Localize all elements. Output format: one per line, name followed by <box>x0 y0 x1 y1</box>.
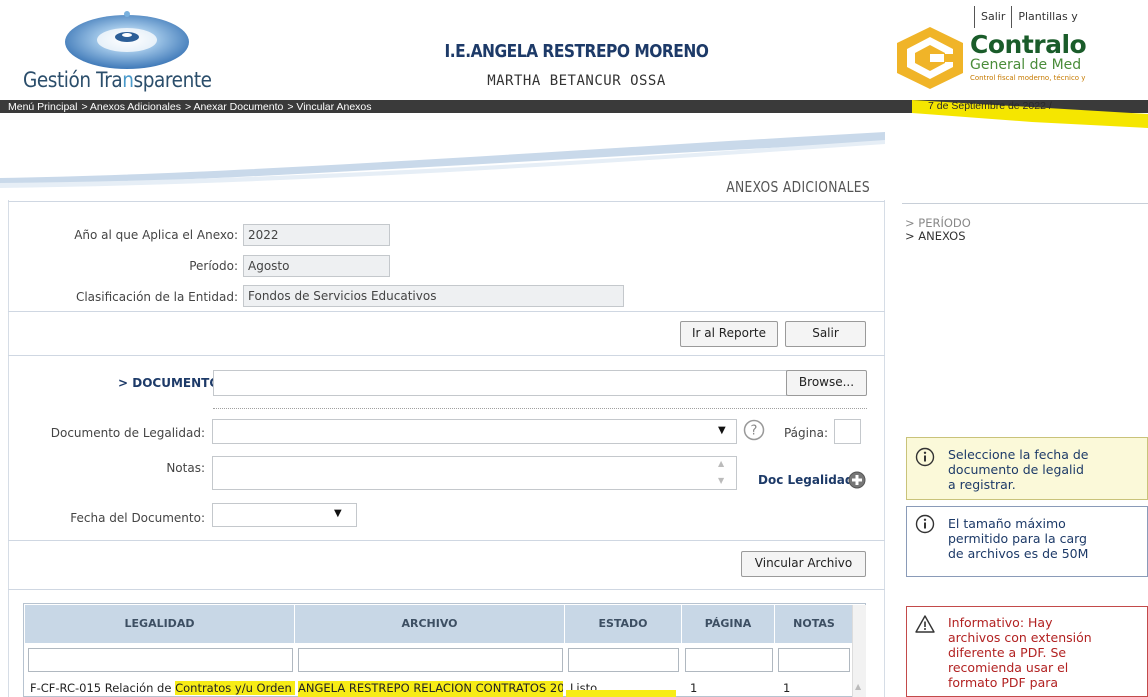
scroll-up-icon[interactable]: ▲ <box>855 682 861 691</box>
legality-label: Documento de Legalidad: <box>50 426 205 440</box>
notice-date-text: Seleccione la fecha de documento de lega… <box>948 447 1089 492</box>
side-nav: > PERÍODO > ANEXOS <box>905 217 971 243</box>
info-icon <box>915 514 935 534</box>
notes-textarea[interactable] <box>212 456 737 490</box>
notice-warning-text: Informativo: Hay archivos con extensión … <box>948 615 1092 690</box>
column-header-archivo[interactable]: ARCHIVO <box>295 605 565 643</box>
divider <box>8 311 885 312</box>
help-icon[interactable]: ? <box>743 419 765 441</box>
column-header-pagina[interactable]: PÁGINA <box>682 605 775 643</box>
link-file-button[interactable]: Vincular Archivo <box>741 551 866 577</box>
responsible-person: MARTHA BETANCUR OSSA <box>487 73 666 89</box>
table-cell-archivo[interactable]: ANGELA RESTREPO RELACION CONTRATOS 20: <box>298 681 563 697</box>
breadcrumb-additional-annexes[interactable]: > Anexos Adicionales <box>81 101 181 113</box>
table-cell-pagina: 1 <box>690 681 698 695</box>
classification-field: Fondos de Servicios Educativos <box>243 285 624 307</box>
divider <box>8 589 885 590</box>
page-input[interactable] <box>834 419 861 444</box>
divider <box>8 355 885 356</box>
column-header-legalidad[interactable]: LEGALIDAD <box>25 605 295 643</box>
document-date-label: Fecha del Documento: <box>70 511 205 525</box>
section-title: ANEXOS ADICIONALES <box>726 178 870 196</box>
logout-link[interactable]: Salir <box>974 6 1011 28</box>
table-cell-legalidad[interactable]: F-CF-RC-015 Relación de Contratos y/u Or… <box>30 681 295 697</box>
dotted-divider <box>213 408 867 409</box>
exit-button[interactable]: Salir <box>785 321 866 347</box>
doc-legality-link[interactable]: Doc Legalidad <box>758 473 853 487</box>
filter-archivo-input[interactable] <box>298 648 563 672</box>
breadcrumb-attach-document[interactable]: > Anexar Documento <box>185 101 283 113</box>
breadcrumb-link-annexes: > Vincular Anexos <box>287 100 372 113</box>
breadcrumb-main-menu[interactable]: Menú Principal <box>8 101 77 113</box>
side-divider <box>902 203 1148 204</box>
filter-pagina-input[interactable] <box>685 648 773 672</box>
contraloria-title: Contralo <box>970 30 1087 59</box>
filter-notas-input[interactable] <box>778 648 850 672</box>
column-header-estado[interactable]: ESTADO <box>565 605 682 643</box>
divider <box>8 540 885 541</box>
period-label: Período: <box>189 259 238 273</box>
current-date: 7 de Septiembre de 2022 / <box>928 100 1052 112</box>
info-icon <box>915 447 935 467</box>
contraloria-tagline: Control fiscal moderno, técnico y <box>970 74 1086 82</box>
add-circle-icon[interactable] <box>848 471 866 489</box>
legality-select[interactable] <box>212 419 737 444</box>
chevron-down-icon[interactable]: ▼ <box>718 425 726 436</box>
year-label: Año al que Aplica el Anexo: <box>74 228 238 242</box>
templates-link[interactable]: Plantillas y <box>1011 6 1083 28</box>
classification-label: Clasificación de la Entidad: <box>75 290 238 304</box>
column-header-notas[interactable]: NOTAS <box>775 605 853 643</box>
top-links: Salir Plantillas y <box>974 4 1084 30</box>
chevron-down-icon[interactable]: ▼ <box>334 508 342 519</box>
filter-legalidad-input[interactable] <box>28 648 293 672</box>
filter-estado-input[interactable] <box>568 648 679 672</box>
scroll-down-icon[interactable]: ▼ <box>718 476 724 485</box>
document-label: > DOCUMENTO <box>118 376 220 390</box>
contraloria-logo-icon <box>897 27 963 89</box>
svg-text:?: ? <box>751 424 758 439</box>
institution-name: I.E.ANGELA RESTREPO MORENO <box>444 41 709 62</box>
period-field: Agosto <box>243 255 390 277</box>
browse-button[interactable]: Browse... <box>786 370 867 396</box>
notice-size-text: El tamaño máximo permitido para la carg … <box>948 516 1089 561</box>
brand-name: Gestión Transparente <box>23 68 212 92</box>
table-cell-notas: 1 <box>783 681 791 695</box>
page-label: Página: <box>783 426 828 440</box>
year-field: 2022 <box>243 224 390 246</box>
scroll-up-icon[interactable]: ▲ <box>718 459 724 468</box>
go-to-report-button[interactable]: Ir al Reporte <box>680 321 778 347</box>
contraloria-subtitle: General de Med <box>970 57 1082 73</box>
gestion-transparente-logo <box>65 11 189 69</box>
highlight-mark <box>566 690 676 697</box>
warning-icon <box>915 615 935 633</box>
notes-label: Notas: <box>166 461 205 475</box>
side-nav-item-annexes[interactable]: > ANEXOS <box>905 230 971 243</box>
file-path-input[interactable] <box>213 370 787 396</box>
divider <box>8 201 885 202</box>
